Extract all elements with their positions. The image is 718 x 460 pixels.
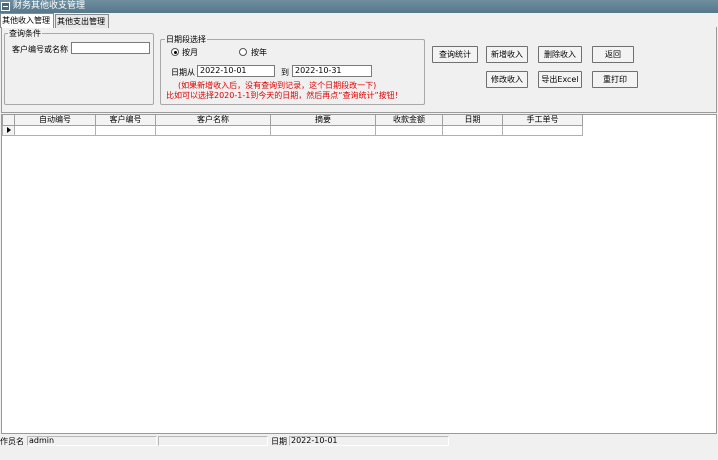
date-from-input[interactable]: 2022-10-01	[197, 65, 275, 77]
operator-label: 作员名	[0, 437, 24, 446]
tab-other-income[interactable]: 其他收入管理	[0, 13, 54, 28]
column-header-auto-id[interactable]: 自动编号	[14, 115, 96, 126]
date-to-label: 到	[281, 68, 289, 77]
by-year-label: 按年	[251, 48, 267, 57]
column-header-manual-no[interactable]: 手工单号	[502, 115, 583, 126]
income-table: 自动编号 客户编号 客户名称 摘要 收款金额 日期 手工单号	[2, 115, 583, 136]
cell-date[interactable]	[442, 124, 503, 136]
edit-income-button[interactable]: 修改收入	[486, 71, 528, 88]
cell-auto-id[interactable]	[14, 124, 96, 136]
column-header-summary[interactable]: 摘要	[270, 115, 376, 126]
window-icon	[1, 2, 10, 11]
cell-customer-id[interactable]	[95, 124, 156, 136]
column-header-customer-id[interactable]: 客户编号	[95, 115, 156, 126]
title-bar: 财务其他收支管理	[0, 0, 718, 13]
column-header-customer-name[interactable]: 客户名称	[155, 115, 271, 126]
cell-manual-no[interactable]	[502, 124, 583, 136]
status-date-label: 日期	[271, 437, 287, 446]
income-grid[interactable]: 自动编号 客户编号 客户名称 摘要 收款金额 日期 手工单号	[1, 114, 717, 434]
cell-customer-name[interactable]	[155, 124, 271, 136]
grid-header-row: 自动编号 客户编号 客户名称 摘要 收款金额 日期 手工单号	[2, 115, 583, 126]
by-month-radio[interactable]	[171, 48, 179, 56]
hint-line-2: 比如可以选择2020-1-1到今天的日期，然后再点“查询统计”按钮！	[166, 91, 403, 100]
cell-summary[interactable]	[270, 124, 376, 136]
by-month-label: 按月	[182, 48, 198, 57]
column-header-amount[interactable]: 收款金额	[375, 115, 443, 126]
export-excel-button[interactable]: 导出Excel	[538, 71, 582, 88]
delete-income-button[interactable]: 删除收入	[538, 46, 582, 63]
query-stats-button[interactable]: 查询统计	[432, 46, 478, 63]
table-row[interactable]	[2, 124, 583, 136]
customer-input[interactable]	[71, 42, 150, 54]
by-year-radio[interactable]	[239, 48, 247, 56]
row-header-corner	[2, 115, 15, 126]
date-from-label: 日期从	[171, 68, 195, 77]
status-date-value: 2022-10-01	[289, 436, 449, 446]
cell-amount[interactable]	[375, 124, 443, 136]
date-range-legend: 日期段选择	[165, 34, 207, 45]
status-empty-field	[158, 436, 268, 446]
tab-other-expense[interactable]: 其他支出管理	[55, 14, 109, 28]
date-to-input[interactable]: 2022-10-31	[292, 65, 372, 77]
current-row-indicator	[2, 124, 15, 136]
window-title: 财务其他收支管理	[13, 1, 86, 11]
operator-value: admin	[27, 436, 157, 446]
query-panel: 查询条件 客户编号或名称 日期段选择 按月 按年 日期从 2022-10-01 …	[1, 27, 717, 113]
query-conditions-legend: 查询条件	[8, 28, 42, 39]
status-bar: 作员名 admin 日期 2022-10-01	[0, 435, 718, 446]
customer-label: 客户编号或名称	[12, 45, 68, 54]
back-button[interactable]: 返回	[592, 46, 634, 63]
add-income-button[interactable]: 新增收入	[486, 46, 528, 63]
row-pointer-icon	[7, 126, 11, 133]
column-header-date[interactable]: 日期	[442, 115, 503, 126]
reprint-button[interactable]: 重打印	[592, 71, 638, 88]
